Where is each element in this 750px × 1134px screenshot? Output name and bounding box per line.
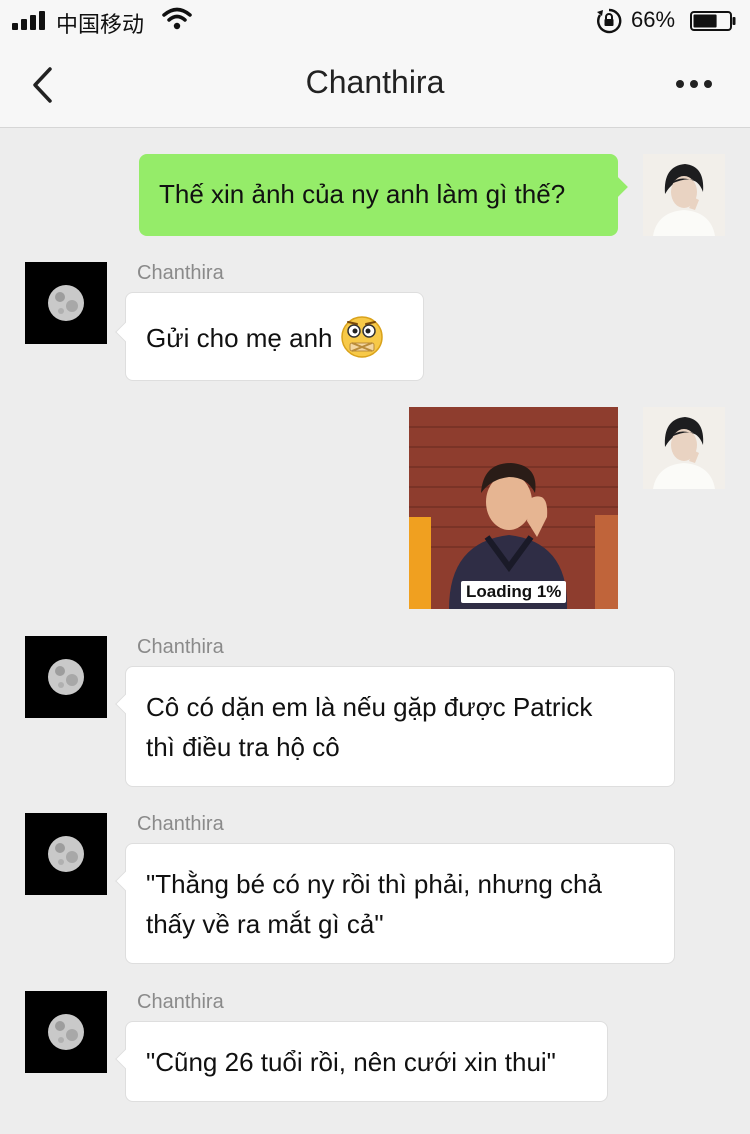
contact-avatar[interactable] — [25, 636, 107, 718]
incoming-message-bubble[interactable]: "Thằng bé có ny rồi thì phải, nhưng chả … — [115, 843, 675, 964]
incoming-message-bubble[interactable]: Cô có dặn em là nếu gặp được Patrick thì… — [115, 666, 675, 787]
moon-icon — [25, 991, 107, 1073]
message-text-line: Cô có dặn em là nếu gặp được Patrick — [146, 692, 593, 722]
photo-preview-image — [409, 407, 618, 609]
sender-name: Chanthira — [137, 636, 224, 658]
message-text: "Cũng 26 tuổi rồi, nên cưới xin thui" — [146, 1047, 556, 1077]
incoming-message-bubble[interactable]: "Cũng 26 tuổi rồi, nên cưới xin thui" — [115, 1021, 608, 1102]
sender-name: Chanthira — [137, 991, 224, 1013]
my-avatar[interactable] — [643, 154, 725, 236]
contact-avatar[interactable] — [25, 262, 107, 344]
incoming-message-bubble[interactable]: Gửi cho mẹ anh — [115, 292, 424, 381]
message-text-line: thấy về ra mắt gì cả" — [146, 909, 384, 939]
person-photo-icon — [643, 407, 725, 489]
moon-icon — [25, 813, 107, 895]
sender-name: Chanthira — [137, 813, 224, 835]
status-bar: 中国移动 66% — [0, 0, 750, 42]
message-text-line: "Thằng bé có ny rồi thì phải, nhưng chả — [146, 869, 602, 899]
wifi-icon — [162, 7, 192, 30]
loading-progress-label: Loading 1% — [461, 581, 567, 603]
contact-avatar[interactable] — [25, 991, 107, 1073]
message-text: Gửi cho mẹ anh — [146, 322, 333, 353]
moon-icon — [25, 636, 107, 718]
message-text-line: thì điều tra hộ cô — [146, 732, 340, 762]
battery-icon — [690, 11, 736, 31]
sender-name: Chanthira — [137, 262, 224, 284]
message-text: Thế xin ảnh của ny anh làm gì thế? — [159, 179, 566, 209]
orientation-lock-icon — [597, 8, 622, 34]
battery-percentage: 66% — [631, 7, 676, 32]
chat-title: Chanthira — [305, 64, 445, 100]
more-options-icon[interactable] — [672, 72, 716, 96]
nav-bar: Chanthira — [0, 42, 750, 128]
signal-strength-icon — [12, 10, 48, 30]
contact-avatar[interactable] — [25, 813, 107, 895]
shushing-face-emoji-icon — [340, 316, 383, 358]
person-photo-icon — [643, 154, 725, 236]
my-avatar[interactable] — [643, 407, 725, 489]
outgoing-photo-message[interactable]: Loading 1% — [409, 407, 618, 609]
carrier-name: 中国移动 — [56, 12, 145, 37]
moon-icon — [25, 262, 107, 344]
outgoing-message-bubble[interactable]: Thế xin ảnh của ny anh làm gì thế? — [139, 154, 628, 236]
